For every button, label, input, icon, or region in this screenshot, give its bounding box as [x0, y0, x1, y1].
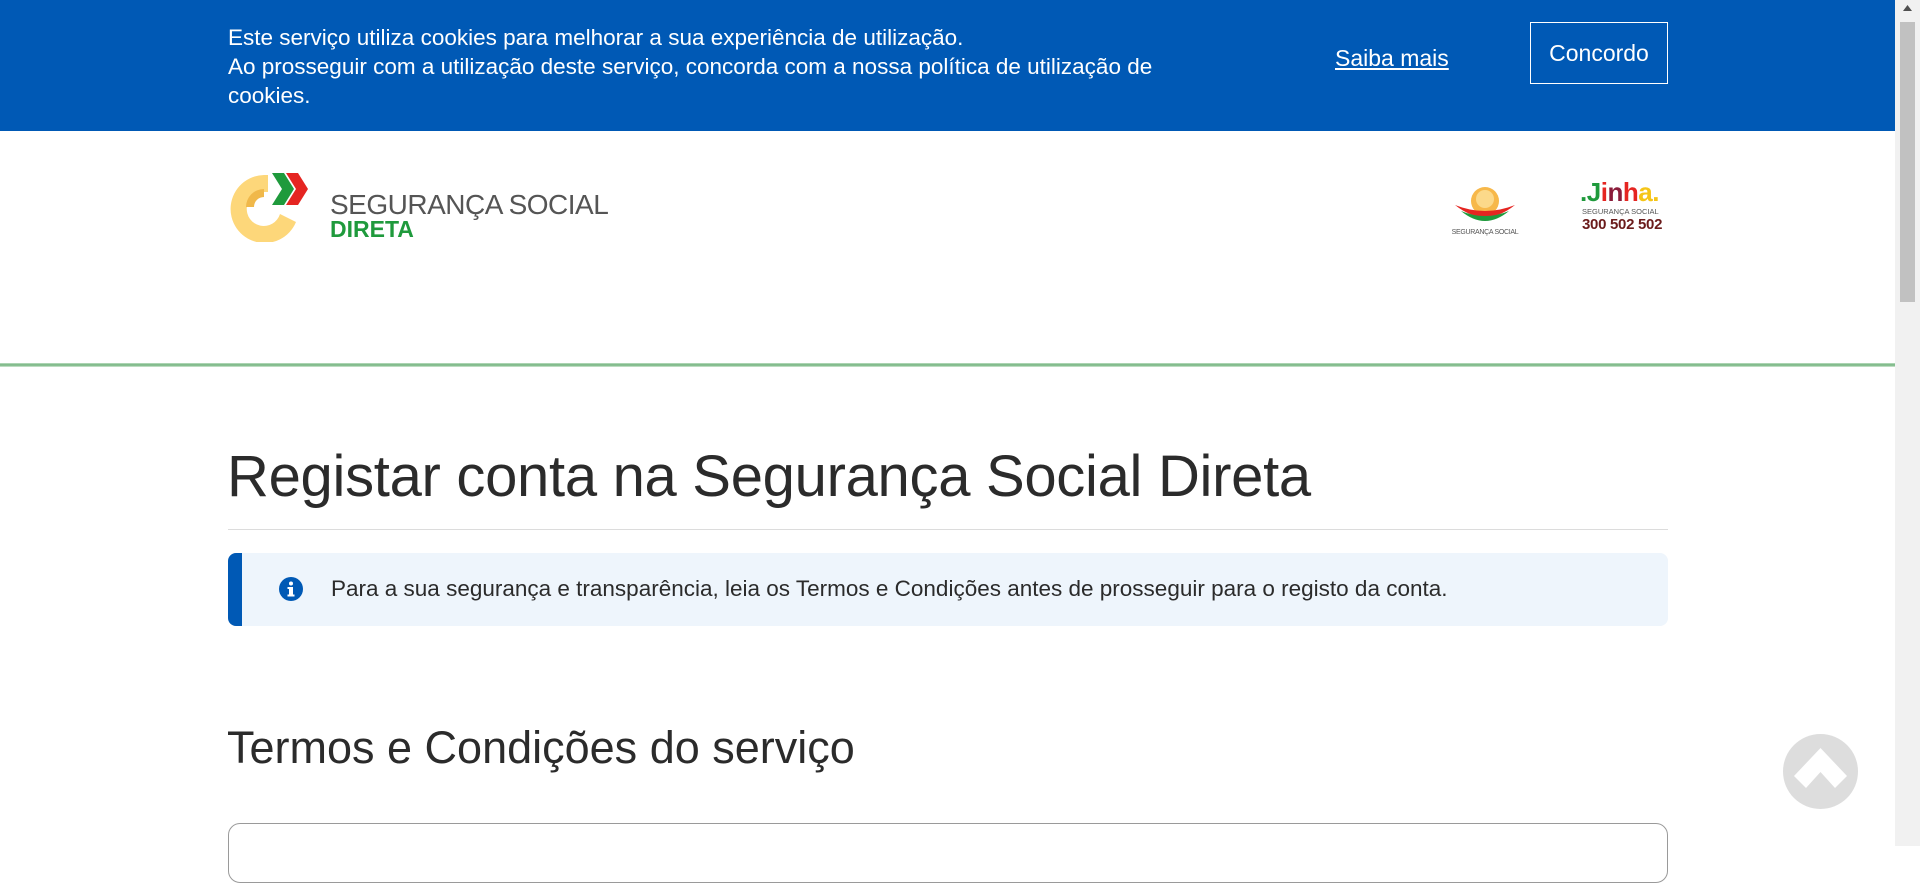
site-header: SEGURANÇA SOCIAL DIRETA SEGURANÇA SOCIAL… — [0, 131, 1895, 363]
linha-seguranca-social-logo[interactable]: .Jinha. SEGURANÇA SOCIAL 300 502 502 — [1580, 177, 1670, 243]
back-to-top-button[interactable] — [1783, 734, 1858, 809]
header-divider — [0, 363, 1895, 367]
page-title: Registar conta na Segurança Social Diret… — [227, 444, 1311, 509]
cookie-message-line2: Ao prosseguir com a utilização deste ser… — [228, 54, 1153, 79]
cookie-message-line3: cookies. — [228, 83, 311, 108]
scrollbar-thumb[interactable] — [1900, 22, 1915, 302]
info-circle-icon — [279, 577, 303, 601]
title-divider — [228, 529, 1668, 530]
info-alert: Para a sua segurança e transparência, le… — [228, 553, 1668, 626]
seguranca-social-emblem[interactable]: SEGURANÇA SOCIAL — [1445, 183, 1525, 243]
chevron-up-icon — [1794, 748, 1847, 788]
linha-phone-number: 300 502 502 — [1582, 216, 1663, 233]
ss-emblem-icon — [1455, 187, 1515, 221]
seguranca-social-direta-logo[interactable]: SEGURANÇA SOCIAL DIRETA — [228, 167, 609, 242]
linha-caption: SEGURANÇA SOCIAL — [1582, 207, 1659, 216]
terms-section-title: Termos e Condições do serviço — [227, 722, 855, 773]
scroll-up-arrow-icon[interactable] — [1895, 0, 1920, 17]
cookie-banner: Este serviço utiliza cookies para melhor… — [0, 0, 1895, 131]
logo-mark-icon — [230, 173, 308, 242]
accept-cookies-button[interactable]: Concordo — [1530, 22, 1668, 84]
terms-content-box[interactable] — [228, 823, 1668, 883]
logo-text-line2: DIRETA — [330, 216, 414, 242]
linha-wordmark: .Jinha. — [1580, 177, 1659, 207]
learn-more-link[interactable]: Saiba mais — [1335, 45, 1449, 72]
vertical-scrollbar[interactable] — [1895, 0, 1920, 846]
cookie-message: Este serviço utiliza cookies para melhor… — [228, 23, 1238, 110]
info-alert-text: Para a sua segurança e transparência, le… — [331, 576, 1448, 601]
ss-emblem-caption: SEGURANÇA SOCIAL — [1451, 229, 1519, 236]
cookie-message-line1: Este serviço utiliza cookies para melhor… — [228, 25, 964, 50]
